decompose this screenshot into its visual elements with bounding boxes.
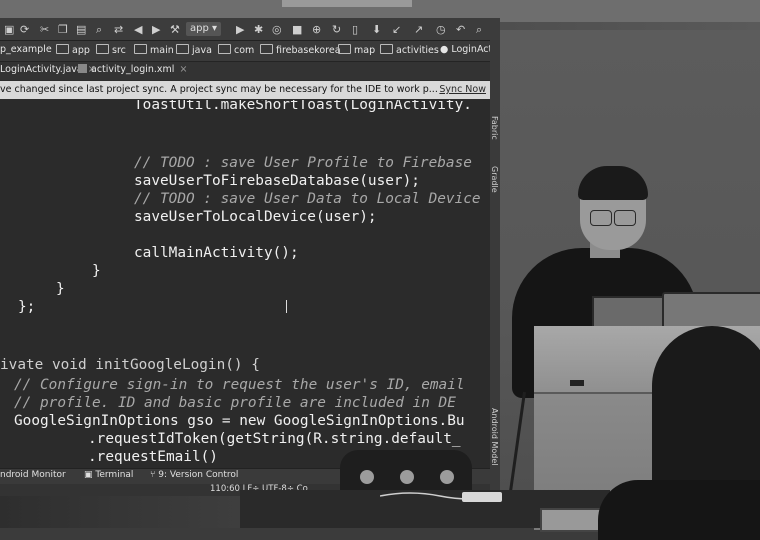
replace-icon[interactable]: ⇄ — [114, 23, 123, 36]
code-editor[interactable]: ToastUtil.makeShortToast(LoginActivity. … — [0, 100, 490, 468]
back-icon[interactable]: ◀ — [134, 23, 142, 36]
run-config-label: app — [190, 23, 209, 34]
gradle-sync-notification: ve changed since last project sync. A pr… — [0, 81, 490, 99]
code-line: saveUserToFirebaseDatabase(user); — [134, 173, 420, 189]
code-line: ToastUtil.makeShortToast(LoginActivity. — [134, 100, 472, 113]
podium-indicator — [570, 380, 584, 386]
xml-file-icon — [78, 64, 87, 73]
ide-toolbar: ▣ ⟳ ✂ ❐ ▤ ⌕ ⇄ ◀ ▶ ⚒ app ▾ ▶ ✱ ◎ ■ ⊕ ↻ ▯ … — [0, 18, 500, 41]
breadcrumb-src[interactable]: src — [96, 44, 126, 56]
undo-icon[interactable]: ↶ — [456, 23, 465, 36]
vcs-update-icon[interactable]: ↙ — [392, 23, 401, 36]
paste-icon[interactable]: ▤ — [76, 23, 86, 36]
attach-icon[interactable]: ⊕ — [312, 23, 321, 36]
glasses-right-lens — [614, 210, 636, 226]
tab-activity-login-xml[interactable]: activity_login.xml × — [78, 64, 187, 75]
chair-hole — [440, 470, 454, 484]
code-line: .requestEmail() — [88, 449, 218, 465]
code-line: GoogleSignInOptions gso = new GoogleSign… — [14, 413, 465, 429]
editor-tabs: LoginActivity.java × activity_login.xml × — [0, 62, 500, 80]
terminal-tab[interactable]: ▣ Terminal — [84, 470, 133, 480]
sync-now-link[interactable]: Sync Now — [439, 81, 486, 99]
sync-icon[interactable]: ⟳ — [20, 23, 29, 36]
find-icon[interactable]: ⌕ — [96, 23, 102, 37]
breadcrumb-main[interactable]: main — [134, 44, 174, 56]
code-brace: }; — [18, 299, 36, 315]
gradle-tool-tab[interactable]: Gradle — [490, 166, 499, 193]
history-icon[interactable]: ◷ — [436, 23, 446, 36]
fabric-tool-tab[interactable]: Fabric — [490, 116, 499, 140]
front-laptop — [540, 508, 606, 532]
code-line: callMainActivity(); — [134, 245, 299, 261]
search-icon[interactable]: ⌕ — [476, 23, 482, 37]
code-line: .requestIdToken(getString(R.string.defau… — [88, 431, 461, 447]
folder-icon — [134, 44, 147, 54]
chair-hole — [400, 470, 414, 484]
version-control-tab[interactable]: ⑂ 9: Version Control — [150, 470, 238, 480]
copy-icon[interactable]: ❐ — [58, 23, 68, 36]
folder-icon — [380, 44, 393, 54]
breadcrumb-map[interactable]: map — [338, 44, 375, 56]
code-line: saveUserToLocalDevice(user); — [134, 209, 377, 225]
code-comment: // TODO : save User Data to Local Device — [134, 191, 481, 207]
run-configuration-select[interactable]: app ▾ — [186, 22, 222, 36]
android-monitor-tab[interactable]: ndroid Monitor — [0, 470, 66, 480]
run-icon[interactable]: ▶ — [236, 23, 244, 36]
android-model-tool-tab[interactable]: Android Model — [490, 408, 499, 466]
vcs-commit-icon[interactable]: ↗ — [414, 23, 423, 36]
breadcrumb-project[interactable]: p_example — [0, 44, 52, 55]
folder-icon — [56, 44, 69, 54]
breadcrumb: p_example app src main java com firebase… — [0, 41, 500, 62]
projection-screen: ▣ ⟳ ✂ ❐ ▤ ⌕ ⇄ ◀ ▶ ⚒ app ▾ ▶ ✱ ◎ ■ ⊕ ↻ ▯ … — [0, 18, 500, 496]
avd-icon[interactable]: ▯ — [352, 23, 358, 36]
build-icon[interactable]: ⚒ — [170, 23, 180, 36]
folder-icon — [96, 44, 109, 54]
folder-icon — [338, 44, 351, 54]
folder-icon — [260, 44, 273, 54]
forward-icon[interactable]: ▶ — [152, 23, 160, 36]
sync-message: ve changed since last project sync. A pr… — [0, 84, 438, 95]
code-comment: // profile. ID and basic profile are inc… — [14, 395, 456, 411]
folder-icon — [176, 44, 189, 54]
code-comment: // TODO : save User Profile to Firebase — [134, 155, 472, 171]
breadcrumb-firebasekorea[interactable]: firebasekorea — [260, 44, 341, 56]
sdk-icon[interactable]: ⬇ — [372, 23, 381, 36]
code-method-signature: ivate void initGoogleLogin() { — [0, 357, 260, 373]
close-icon[interactable]: × — [179, 64, 187, 75]
chair-hole — [360, 470, 374, 484]
glasses-left-lens — [590, 210, 612, 226]
debug-icon[interactable]: ✱ — [254, 23, 263, 36]
profile-icon[interactable]: ◎ — [272, 23, 282, 36]
code-brace: } — [92, 263, 101, 279]
audience-member-shoulder — [598, 480, 760, 540]
breadcrumb-com[interactable]: com — [218, 44, 254, 56]
code-brace: } — [56, 281, 65, 297]
gradle-sync-icon[interactable]: ↻ — [332, 23, 341, 36]
cut-icon[interactable]: ✂ — [40, 23, 49, 36]
save-icon[interactable]: ▣ — [4, 23, 14, 36]
text-cursor — [286, 300, 293, 313]
ceiling-light-fixture — [282, 0, 412, 7]
stop-icon[interactable]: ■ — [292, 23, 302, 36]
breadcrumb-app[interactable]: app — [56, 44, 90, 56]
folder-icon — [218, 44, 231, 54]
breadcrumb-activities[interactable]: activities — [380, 44, 439, 56]
code-comment: // Configure sign-in to request the user… — [14, 377, 465, 393]
breadcrumb-java[interactable]: java — [176, 44, 212, 56]
usb-device — [462, 492, 502, 502]
